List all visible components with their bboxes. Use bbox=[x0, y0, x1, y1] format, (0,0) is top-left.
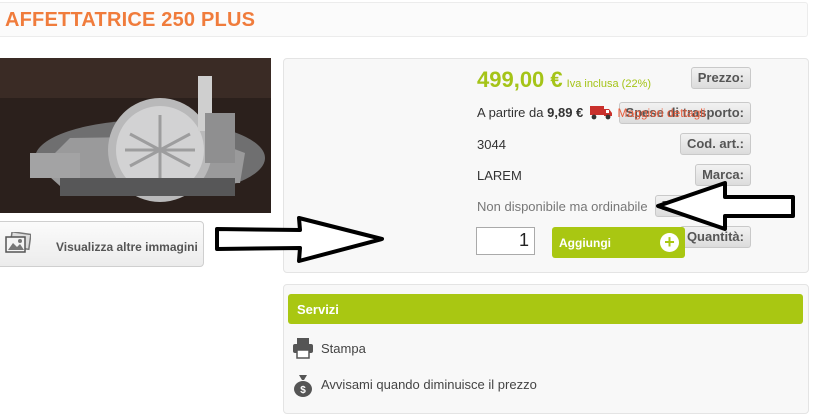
service-print[interactable]: Stampa bbox=[292, 337, 366, 362]
add-to-cart-label: Aggiungi bbox=[559, 236, 611, 250]
right-arrow-annotation bbox=[215, 216, 384, 263]
quantity-input[interactable]: 1 bbox=[476, 227, 535, 255]
services-title: Servizi bbox=[297, 302, 339, 317]
more-images-button[interactable]: Visualizza altre immagini bbox=[0, 221, 204, 267]
service-price-alert-label: Avvisami quando diminuisce il prezzo bbox=[321, 377, 537, 392]
product-image[interactable] bbox=[0, 58, 271, 213]
shipping-prefix: A partire da bbox=[477, 105, 544, 120]
price-label: Prezzo: bbox=[690, 67, 751, 89]
product-title-bar: AFFETTATRICE 250 PLUS bbox=[0, 2, 808, 37]
left-arrow-annotation bbox=[656, 181, 795, 231]
more-images-label: Visualizza altre immagini bbox=[56, 240, 198, 254]
services-header: Servizi bbox=[288, 294, 803, 324]
price-value: 499,00 € bbox=[477, 67, 563, 92]
product-title: AFFETTATRICE 250 PLUS bbox=[5, 9, 256, 31]
shipping-details-link[interactable]: Maggiori dettagli bbox=[618, 106, 706, 120]
code-value: 3044 bbox=[477, 137, 506, 152]
price-row: 499,00 € Iva inclusa (22%) bbox=[477, 67, 651, 93]
vat-note: Iva inclusa (22%) bbox=[566, 78, 652, 90]
services-panel: Servizi Stampa $ Avvisami quando diminui… bbox=[283, 284, 809, 414]
brand-value: LAREM bbox=[477, 168, 522, 183]
meat-slicer-image bbox=[0, 58, 271, 213]
money-bag-icon: $ bbox=[292, 375, 314, 400]
gallery-icon bbox=[5, 230, 32, 261]
plus-icon: + bbox=[660, 233, 679, 252]
service-print-label: Stampa bbox=[321, 341, 366, 356]
service-price-alert[interactable]: $ Avvisami quando diminuisce il prezzo bbox=[292, 373, 537, 400]
truck-icon bbox=[589, 105, 612, 123]
printer-icon bbox=[292, 338, 314, 362]
svg-text:$: $ bbox=[300, 385, 306, 396]
shipping-row: A partire da 9,89 € Maggiori dettagli bbox=[477, 105, 706, 123]
code-label: Cod. art.: bbox=[679, 133, 751, 155]
shipping-value: 9,89 € bbox=[547, 105, 584, 120]
availability-value: Non disponibile ma ordinabile bbox=[477, 199, 648, 214]
